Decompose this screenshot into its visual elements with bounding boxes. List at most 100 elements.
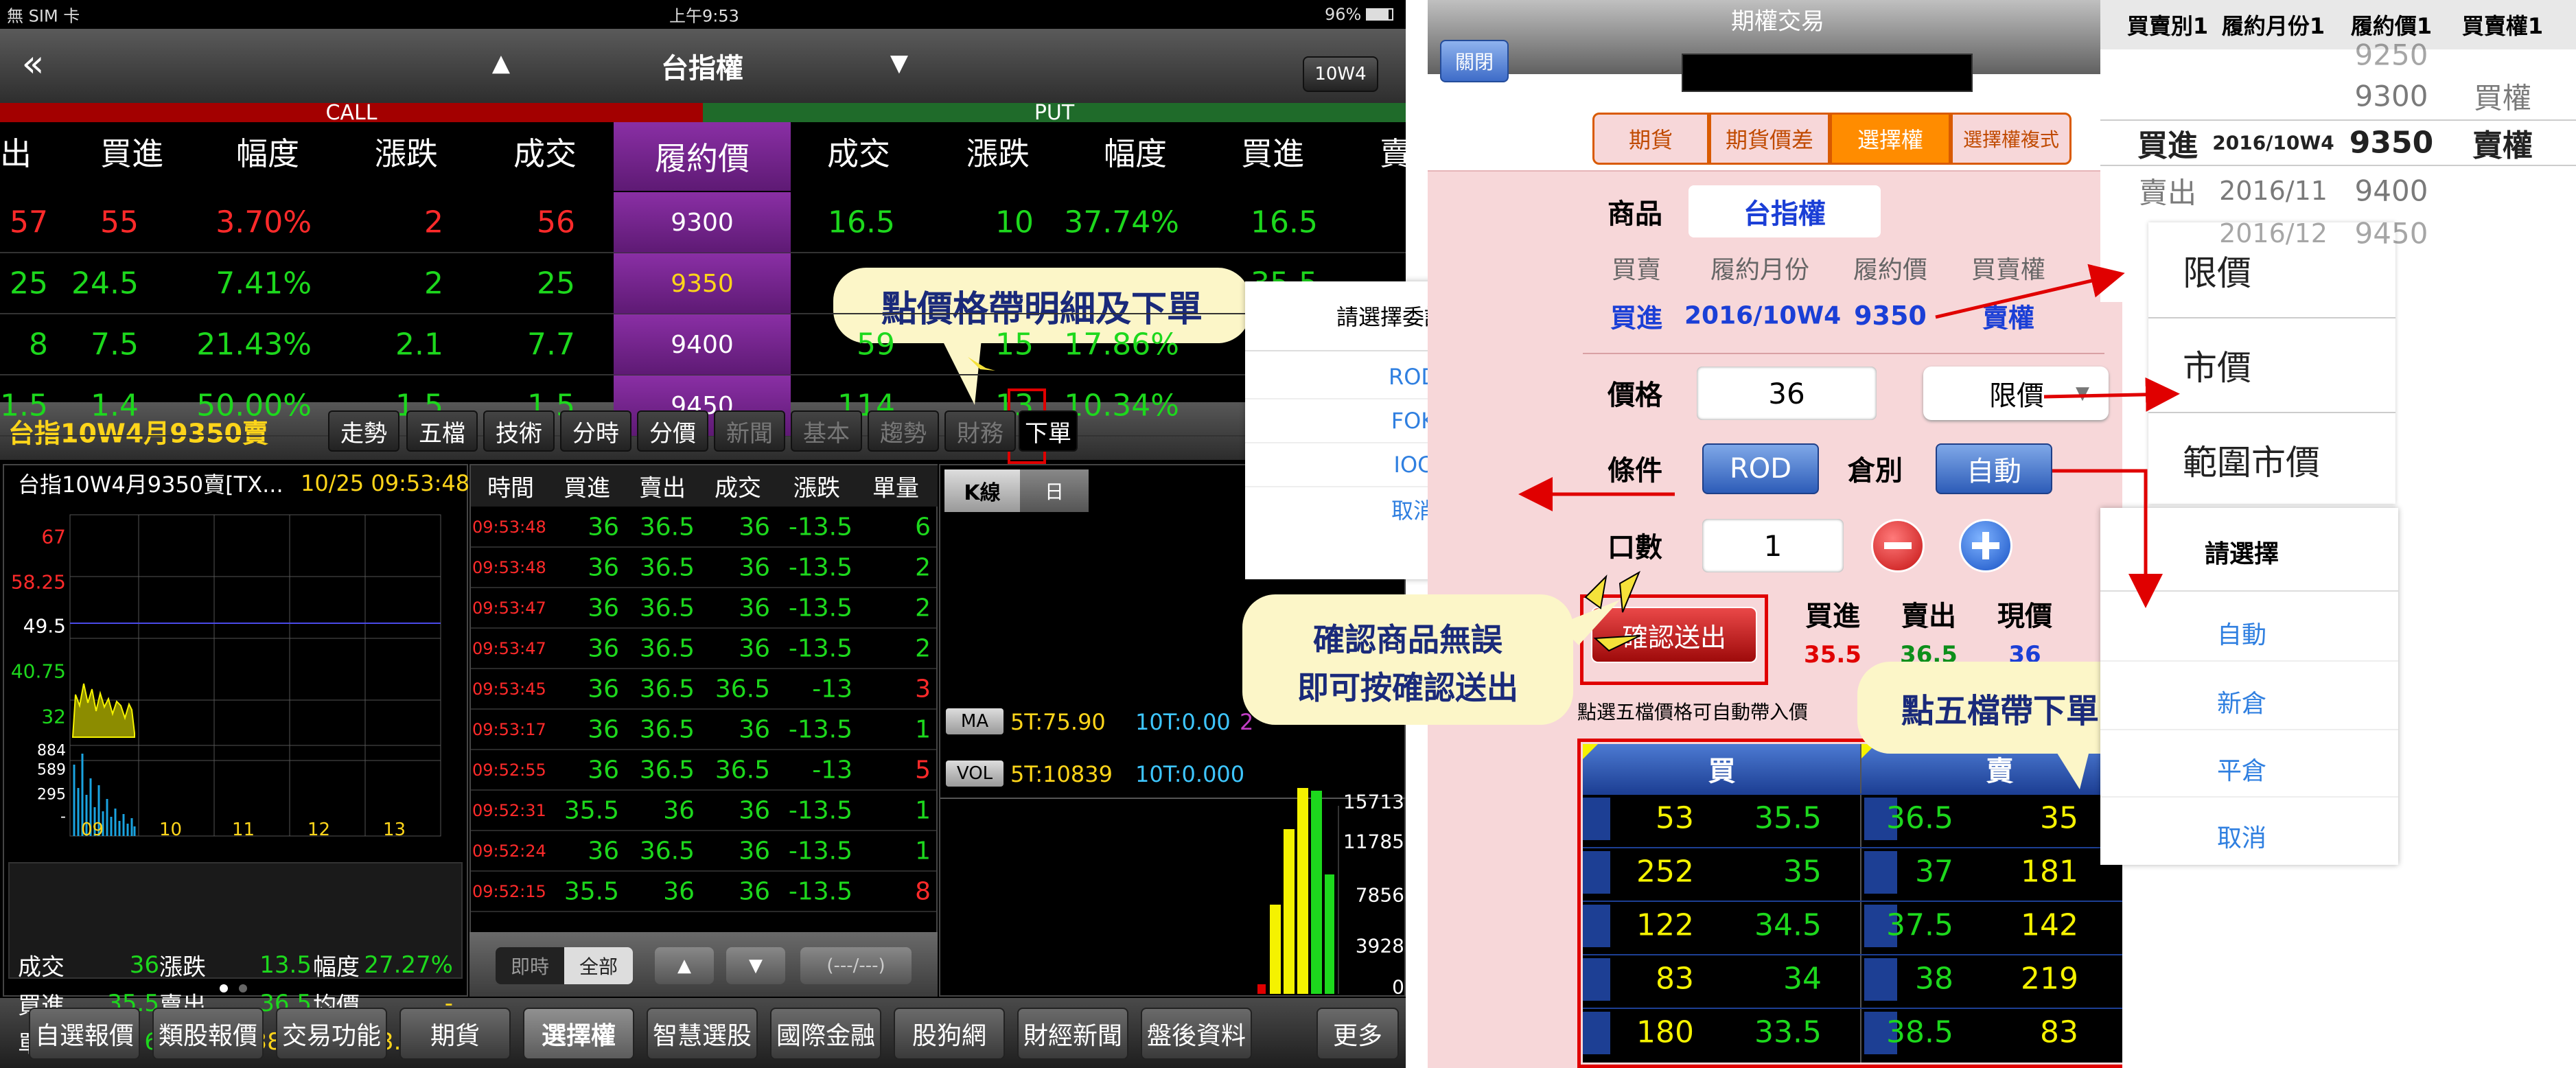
close-button[interactable]: 關閉 [1440,40,1509,82]
quote-cell[interactable]: 7.41% [152,266,312,301]
toolbar-button[interactable]: 五檔 [406,410,478,452]
picker-cell[interactable]: 買權 [2441,76,2564,117]
quote-cell[interactable]: 10 [909,205,1034,240]
quote-cell[interactable]: 24.5 [62,266,139,301]
quote-cell[interactable]: 25 [0,266,48,301]
bottom-tab[interactable]: 智慧選股 [647,1008,758,1060]
five-level-cell[interactable]: 53 [1592,801,1694,836]
quote-cell[interactable]: 55 [62,205,139,240]
scroll-up-button[interactable]: ▲ [655,947,714,984]
strike-price[interactable]: 9400 [614,314,791,375]
picker-cell[interactable]: 2016/11 [2212,176,2335,206]
five-level-cell[interactable]: 36.5 [1830,801,1953,836]
toolbar-button[interactable]: 趨勢 [868,410,939,452]
five-level-cell[interactable]: 83 [1592,962,1694,997]
product-field[interactable]: 台指權 [1689,185,1881,237]
position-option[interactable]: 自動 [2100,615,2383,651]
five-level-cell[interactable]: 252 [1592,855,1694,890]
bottom-tab[interactable]: 交易功能 [276,1008,387,1060]
bottom-tab[interactable]: 自選報價 [29,1008,140,1060]
double-chevron-left-icon[interactable]: « [12,42,54,85]
quote-cell[interactable]: 15 [909,327,1034,362]
bottom-tab[interactable]: 財經新聞 [1017,1008,1128,1060]
quote-cell[interactable]: 59 [789,327,895,362]
toolbar-button[interactable]: 分時 [560,410,631,452]
seg-options[interactable]: 選擇權 [1830,113,1951,165]
strike-price[interactable]: 9300 [614,192,791,253]
toolbar-button[interactable]: 基本 [791,410,862,452]
picker-cell[interactable]: 9450 [2336,217,2446,251]
picker-cell[interactable]: 2016/10W4 [2212,132,2335,154]
five-level-cell[interactable]: 35.5 [1702,801,1822,836]
picker-cell[interactable]: 9300 [2336,80,2446,113]
position-cancel[interactable]: 取消 [2100,818,2383,854]
toolbar-button[interactable]: 財務 [944,410,1016,452]
quote-cell[interactable]: 16.5 [789,205,895,240]
picker-cell[interactable]: 9250 [2336,38,2446,72]
five-level-cell[interactable]: 83 [1962,1015,2078,1050]
qty-input[interactable]: 1 [1702,519,1844,572]
picker-cell[interactable]: 9350 [2336,126,2446,161]
condition-button[interactable]: ROD [1702,443,1819,494]
toolbar-button[interactable]: 新聞 [714,410,785,452]
quote-cell[interactable]: 16.5 [1193,205,1318,240]
five-level-cell[interactable]: 38.5 [1830,1015,1953,1050]
bottom-tab[interactable]: 國際金融 [770,1008,881,1060]
price-input[interactable]: 36 [1697,367,1877,420]
quote-cell[interactable]: 17.86% [1047,327,1179,362]
five-level-cell[interactable]: 38 [1830,962,1953,997]
quote-cell[interactable]: 1.5 [0,388,48,423]
bottom-tab[interactable]: 選擇權 [523,1008,634,1060]
five-level-cell[interactable]: 35 [1702,855,1822,890]
side-value[interactable]: 買進 [1595,297,1678,335]
quote-cell[interactable]: 21.43% [152,327,312,362]
five-level-cell[interactable]: 142 [1962,908,2078,943]
bottom-tab[interactable]: 盤後資料 [1141,1008,1252,1060]
range-button[interactable]: (---/---) [800,947,912,984]
bottom-tab[interactable]: 更多 [1316,1008,1399,1060]
toolbar-button[interactable]: 分價 [637,410,708,452]
down-triangle-icon[interactable]: ▼ [885,49,913,77]
plus-icon[interactable] [1959,519,2012,572]
quote-cell[interactable]: 1.4 [62,388,139,423]
price-type-option[interactable]: 市價 [2183,340,2251,390]
quote-cell[interactable]: 7.5 [62,327,139,362]
strike-price[interactable]: 9350 [614,253,791,314]
quote-cell[interactable]: 50.00% [152,388,312,423]
up-triangle-icon[interactable]: ▲ [487,49,515,77]
month-button[interactable]: 10W4 [1303,56,1378,92]
picker-cell[interactable]: 買進 [2113,121,2223,165]
month-value[interactable]: 2016/10W4 [1684,302,1841,330]
five-level-cell[interactable]: 37 [1830,855,1953,890]
picker-cell[interactable]: 賣出 [2113,170,2223,212]
quote-cell[interactable]: 3.70% [152,205,312,240]
bottom-tab[interactable]: 股狗網 [894,1008,1005,1060]
toolbar-button[interactable]: 下單 [1019,410,1078,452]
picker-cell[interactable]: 9400 [2336,174,2446,208]
all-toggle[interactable]: 全部 [564,947,633,984]
realtime-toggle[interactable]: 即時 [496,947,564,984]
seg-combo[interactable]: 選擇權複式 [1951,113,2072,165]
quote-cell[interactable]: 8 [0,327,48,362]
position-option[interactable]: 平倉 [2100,751,2383,787]
quote-cell[interactable]: 2 [325,205,443,240]
toolbar-button[interactable]: 技術 [483,410,555,452]
bottom-tab[interactable]: 期貨 [399,1008,511,1060]
quote-cell[interactable]: 25 [457,266,575,301]
picker-cell[interactable]: 2016/12 [2212,218,2335,248]
minus-icon[interactable] [1871,519,1925,572]
cp-value[interactable]: 賣權 [1947,297,2070,335]
quote-cell[interactable]: 56 [457,205,575,240]
picker-cell[interactable]: 賣權 [2441,121,2564,165]
price-type-option[interactable]: 範圍市價 [2183,435,2320,485]
quote-cell[interactable]: 37.74% [1047,205,1179,240]
scroll-down-button[interactable]: ▼ [726,947,785,984]
seg-futures[interactable]: 期貨 [1592,113,1709,165]
five-level-cell[interactable]: 181 [1962,855,2078,890]
position-option[interactable]: 新倉 [2100,684,2383,719]
quote-cell[interactable]: 2 [325,266,443,301]
five-level-cell[interactable]: 34 [1702,962,1822,997]
five-level-cell[interactable]: 180 [1592,1015,1694,1050]
toolbar-button[interactable]: 走勢 [328,410,399,452]
five-level-cell[interactable]: 122 [1592,908,1694,943]
